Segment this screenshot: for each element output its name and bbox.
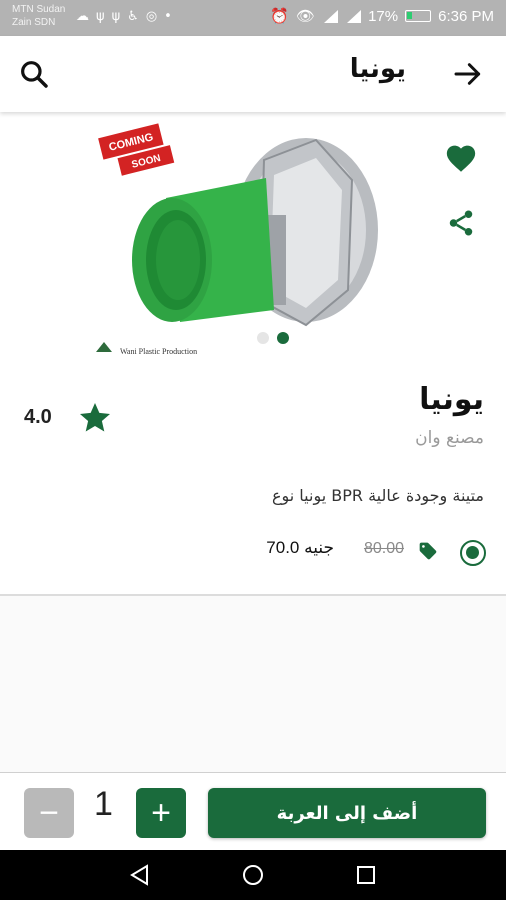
- price-option[interactable]: 80.00 70.0 جنيه: [186, 538, 486, 566]
- alarm-icon: ⏰: [270, 8, 290, 25]
- usb-icon: ψ: [111, 9, 121, 24]
- carousel-indicator: [257, 332, 289, 344]
- app-bar: يونيا: [0, 36, 506, 112]
- cart-action-bar: − 1 + أضف إلى العربة: [0, 772, 506, 850]
- accessibility-icon: ♿: [127, 9, 139, 24]
- rating-value: 4.0: [24, 406, 52, 428]
- decrease-quantity-button[interactable]: −: [24, 788, 74, 838]
- cloud-icon: ☁: [76, 9, 89, 24]
- quantity-value: 1: [94, 785, 113, 823]
- star-icon: [80, 403, 110, 432]
- product-factory: مصنع وان: [415, 428, 484, 448]
- status-bar: MTN Sudan Zain SDN ☁ ψ ψ ♿ ◎ • ⏰ 👁 17% 6…: [0, 0, 506, 36]
- carrier-line-2: Zain SDN: [12, 17, 56, 28]
- carrier-info: MTN Sudan Zain SDN: [12, 3, 65, 29]
- product-name: يونيا: [419, 382, 484, 417]
- battery-icon: [405, 10, 432, 22]
- signal-icon: [322, 9, 339, 23]
- page-title: يونيا: [349, 54, 406, 84]
- carousel-dot[interactable]: [257, 332, 269, 344]
- eye-icon: 👁: [296, 8, 316, 25]
- signal-icon-2: [345, 9, 362, 23]
- price-tag-icon: [419, 542, 437, 560]
- nav-home-icon[interactable]: [241, 863, 265, 887]
- clock: 6:36 PM: [438, 7, 494, 25]
- whatsapp-icon: ◎: [145, 9, 158, 24]
- product-description: يونيا نوع BPR متينة وجودة عالية: [271, 486, 484, 505]
- product-image[interactable]: COMING SOON Wani Plastic Production: [84, 120, 422, 366]
- back-arrow-icon[interactable]: [452, 58, 484, 90]
- price-radio-selected[interactable]: [460, 540, 486, 566]
- product-details: COMING SOON Wani Plastic Production يوني…: [0, 112, 506, 772]
- carousel-dot-active[interactable]: [277, 332, 289, 344]
- notification-icons: ☁ ψ ψ ♿ ◎ •: [76, 9, 172, 24]
- usb-icon: ψ: [96, 9, 105, 24]
- more-icon: •: [164, 9, 172, 24]
- increase-quantity-button[interactable]: +: [136, 788, 186, 838]
- carrier-line-1: MTN Sudan: [12, 4, 66, 15]
- svg-text:Wani Plastic Production: Wani Plastic Production: [120, 347, 197, 356]
- nav-back-icon[interactable]: [128, 863, 152, 887]
- old-price: 80.00: [363, 540, 404, 557]
- nav-recents-icon[interactable]: [354, 863, 378, 887]
- search-icon[interactable]: [18, 58, 50, 90]
- status-right: ⏰ 👁 17% 6:36 PM: [270, 7, 494, 26]
- empty-area: [0, 596, 506, 772]
- share-icon[interactable]: [446, 208, 476, 238]
- system-nav-bar: [0, 850, 506, 900]
- heart-icon[interactable]: [444, 142, 478, 176]
- add-to-cart-button[interactable]: أضف إلى العربة: [208, 788, 486, 838]
- battery-percent: 17%: [368, 7, 399, 25]
- new-price: 70.0 جنيه: [266, 538, 334, 557]
